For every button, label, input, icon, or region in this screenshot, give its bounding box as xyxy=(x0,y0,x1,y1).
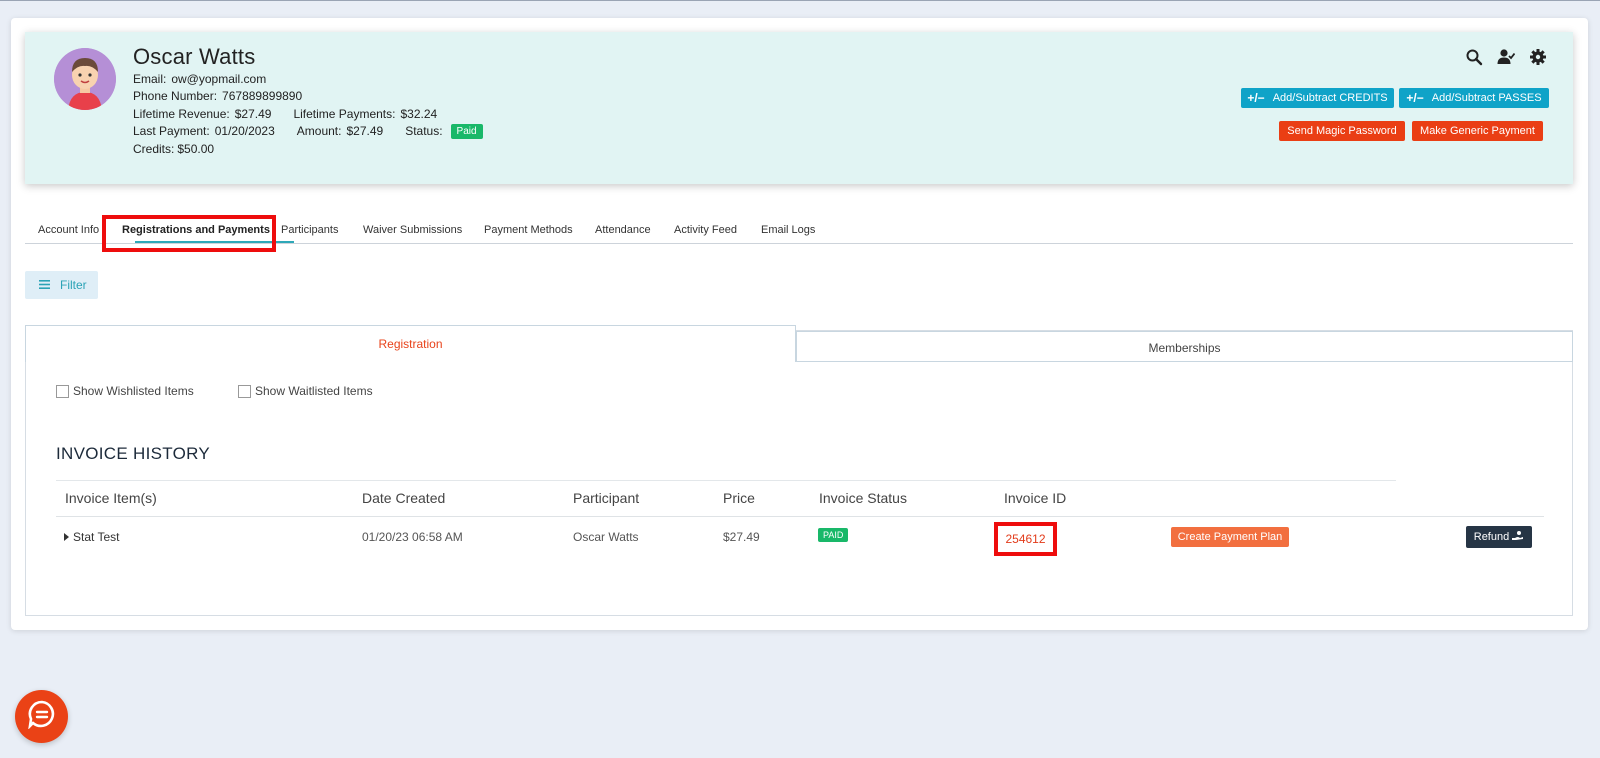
credits-line: Credits: $50.00 xyxy=(133,142,214,156)
email-line: Email: ow@yopmail.com xyxy=(133,72,266,86)
col-participant: Participant xyxy=(573,490,640,506)
show-wishlisted-checkbox[interactable]: Show Wishlisted Items xyxy=(56,384,194,398)
participant-cell: Oscar Watts xyxy=(573,530,639,544)
tab-waiver-submissions[interactable]: Waiver Submissions xyxy=(363,224,462,236)
filter-button[interactable]: Filter xyxy=(25,271,98,299)
amount-label: Amount: xyxy=(296,124,342,138)
user-check-icon[interactable] xyxy=(1497,48,1516,66)
checkbox-box[interactable] xyxy=(238,384,251,398)
table-header-divider xyxy=(56,516,1544,517)
email-value: ow@yopmail.com xyxy=(171,72,267,86)
refund-button[interactable]: Refund xyxy=(1466,526,1532,548)
status-badge: Paid xyxy=(450,124,483,140)
tab-payment-methods[interactable]: Payment Methods xyxy=(484,224,573,236)
lifetime-revenue-value: $27.49 xyxy=(234,107,272,121)
checkbox-box[interactable] xyxy=(56,384,69,398)
invoice-item-name: Stat Test xyxy=(73,530,120,544)
show-waitlisted-label: Show Waitlisted Items xyxy=(255,384,373,398)
avatar xyxy=(54,48,116,110)
menu-lines-icon xyxy=(39,278,50,292)
plus-minus-icon: +/− xyxy=(1406,91,1424,105)
filter-label: Filter xyxy=(60,278,87,292)
tab-email-logs[interactable]: Email Logs xyxy=(761,224,815,236)
credits-value: $50.00 xyxy=(177,142,215,156)
tab-attendance[interactable]: Attendance xyxy=(595,224,651,236)
col-price: Price xyxy=(723,490,755,506)
tab-activity-feed[interactable]: Activity Feed xyxy=(674,224,737,236)
lifetime-payments-label: Lifetime Payments: xyxy=(293,107,396,121)
price-cell: $27.49 xyxy=(723,530,760,544)
invoice-id-link[interactable]: 254612 xyxy=(994,522,1057,556)
col-invoice-items: Invoice Item(s) xyxy=(65,490,157,506)
search-icon[interactable] xyxy=(1465,48,1483,66)
status-label: Status: xyxy=(405,124,443,138)
invoice-item-cell[interactable]: Stat Test xyxy=(64,530,119,544)
add-subtract-passes-button[interactable]: +/− Add/Subtract PASSES xyxy=(1399,88,1549,108)
create-payment-plan-button[interactable]: Create Payment Plan xyxy=(1171,527,1289,547)
email-label: Email: xyxy=(133,72,167,86)
show-wishlisted-label: Show Wishlisted Items xyxy=(73,384,194,398)
make-generic-payment-button[interactable]: Make Generic Payment xyxy=(1412,121,1543,141)
lifetime-revenue-label: Lifetime Revenue: xyxy=(133,107,230,121)
add-passes-label: Add/Subtract PASSES xyxy=(1431,92,1542,104)
top-border-line xyxy=(0,0,1600,1)
last-payment-line: Last Payment: 01/20/2023 Amount: $27.49 Stat… xyxy=(133,124,483,140)
customer-profile-header: Oscar Watts Email: ow@yopmail.com Phone N… xyxy=(25,32,1573,184)
add-credits-label: Add/Subtract CREDITS xyxy=(1272,92,1388,104)
registration-panel xyxy=(25,330,1573,616)
credits-label: Credits: xyxy=(133,142,175,156)
phone-line: Phone Number: 767889899890 xyxy=(133,89,302,103)
gear-icon[interactable] xyxy=(1529,48,1547,66)
last-payment-label: Last Payment: xyxy=(133,124,210,138)
hand-coin-icon xyxy=(1512,530,1524,544)
highlight-box-tab xyxy=(102,215,276,252)
col-invoice-status: Invoice Status xyxy=(819,490,907,506)
invoice-status-badge: PAID xyxy=(818,528,849,542)
chat-launcher-button[interactable] xyxy=(15,690,68,743)
tab-account-info[interactable]: Account Info xyxy=(38,224,99,236)
col-invoice-id: Invoice ID xyxy=(1004,490,1067,506)
phone-label: Phone Number: xyxy=(133,89,218,103)
chat-bubble-icon xyxy=(27,699,57,734)
refund-label: Refund xyxy=(1473,531,1510,543)
tab-memberships[interactable]: Memberships xyxy=(796,331,1573,362)
lifetime-line: Lifetime Revenue: $27.49 Lifetime Payments… xyxy=(133,107,437,121)
amount-value: $27.49 xyxy=(346,124,384,138)
phone-value: 767889899890 xyxy=(222,89,303,103)
show-waitlisted-checkbox[interactable]: Show Waitlisted Items xyxy=(238,384,373,398)
table-top-divider xyxy=(56,480,1396,481)
date-created-cell: 01/20/23 06:58 AM xyxy=(362,530,463,544)
header-icon-group xyxy=(1465,48,1547,66)
tab-participants[interactable]: Participants xyxy=(281,224,338,236)
send-magic-password-button[interactable]: Send Magic Password xyxy=(1279,121,1405,141)
add-subtract-credits-button[interactable]: +/− Add/Subtract CREDITS xyxy=(1241,88,1394,108)
lifetime-payments-value: $32.24 xyxy=(400,107,438,121)
invoice-history-title: INVOICE HISTORY xyxy=(56,444,211,463)
plus-minus-icon: +/− xyxy=(1247,91,1265,105)
tab-registration[interactable]: Registration xyxy=(25,325,796,362)
customer-name: Oscar Watts xyxy=(133,44,256,69)
last-payment-value: 01/20/2023 xyxy=(214,124,275,138)
col-date-created: Date Created xyxy=(362,490,446,506)
caret-right-icon[interactable] xyxy=(64,530,69,544)
